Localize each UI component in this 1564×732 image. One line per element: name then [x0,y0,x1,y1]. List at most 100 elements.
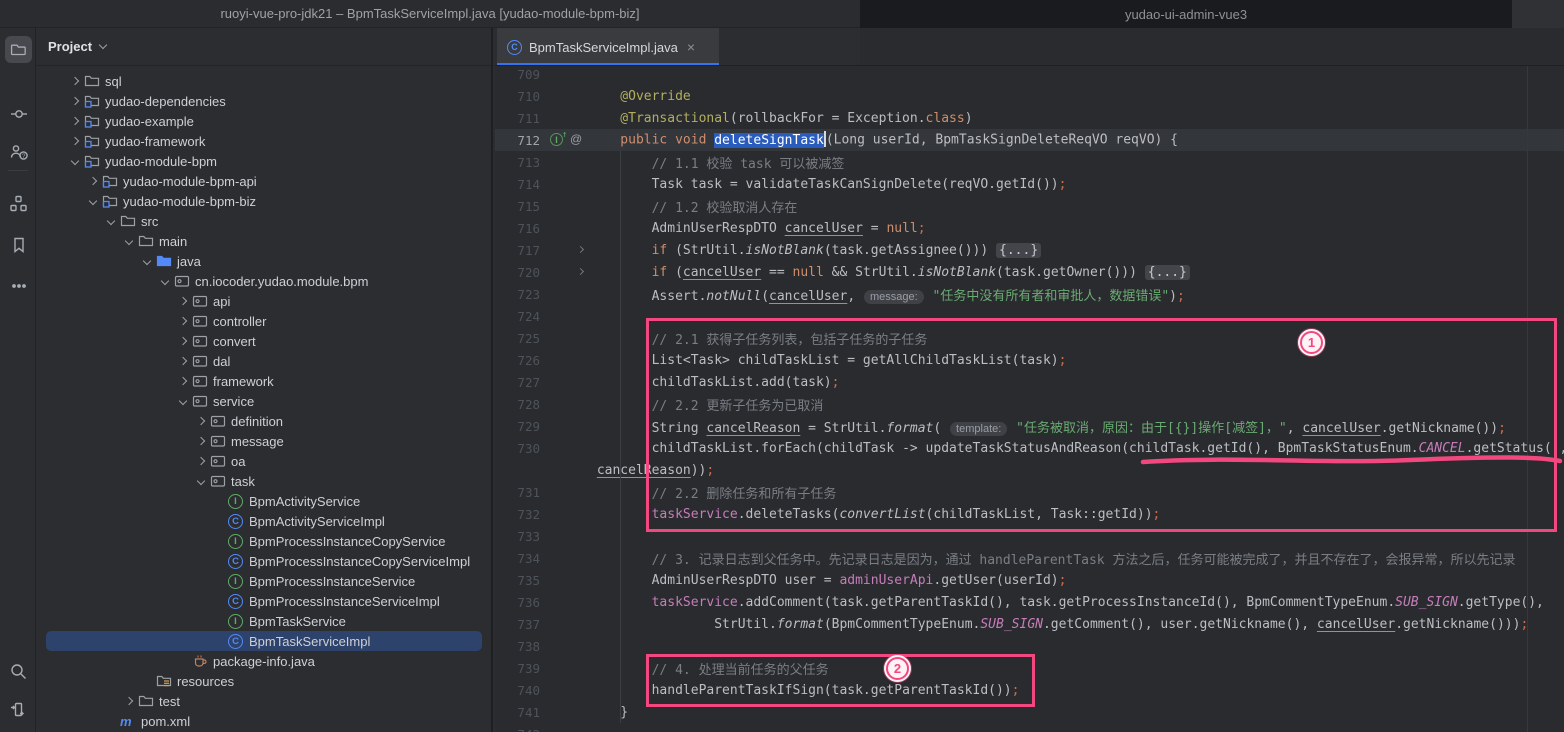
editor-area[interactable]: 709 710@Override711@Transactional(rollbac… [495,28,1564,732]
line-number[interactable]: 729 [495,419,540,434]
tree-item-oa[interactable]: oa [36,451,491,471]
code-line-720[interactable]: 720if (cancelUser == null && StrUtil.isN… [495,261,1564,283]
tree-item-sql[interactable]: sql [36,71,491,91]
code-line-709[interactable]: 709 [495,63,1564,85]
line-number[interactable]: 709 [495,67,540,82]
code-line-732[interactable]: 732taskService.deleteTasks(convertList(c… [495,503,1564,525]
code-line-725[interactable]: 725// 2.1 获得子任务列表，包括子任务的子任务 [495,327,1564,349]
line-number[interactable]: 730 [495,441,540,456]
code-line-wrap[interactable]: cancelReason)); [495,459,1564,481]
tree-item-convert[interactable]: convert [36,331,491,351]
tree-chevron-icon[interactable] [197,417,205,425]
tree-item-bpmtaskserviceimpl[interactable]: CBpmTaskServiceImpl [36,631,491,651]
tree-chevron-icon[interactable] [179,317,187,325]
tree-chevron-icon[interactable] [107,217,115,225]
more-tools-button[interactable] [5,272,32,299]
line-number[interactable]: 741 [495,705,540,720]
tree-chevron-icon[interactable] [89,177,97,185]
code-line-716[interactable]: 716AdminUserRespDTO cancelUser = null; [495,217,1564,239]
line-number[interactable]: 736 [495,595,540,610]
tree-item-yudao-example[interactable]: yudao-example [36,111,491,131]
line-number[interactable]: 740 [495,683,540,698]
tree-chevron-icon[interactable] [179,337,187,345]
code-line-739[interactable]: 739// 4. 处理当前任务的父任务 [495,657,1564,679]
code-line-729[interactable]: 729String cancelReason = StrUtil.format(… [495,415,1564,437]
tree-item-cn-iocoder-yudao-module-bpm[interactable]: cn.iocoder.yudao.module.bpm [36,271,491,291]
code-line-734[interactable]: 734// 3. 记录日志到父任务中。先记录日志是因为，通过 handlePar… [495,547,1564,569]
tab-close-icon[interactable]: × [687,39,695,55]
tree-chevron-icon[interactable] [161,277,169,285]
run-anything-button[interactable] [5,696,32,723]
tree-item-package-info-java[interactable]: package-info.java [36,651,491,671]
commit-tool-button[interactable] [5,100,32,127]
tree-chevron-icon[interactable] [197,437,205,445]
tree-chevron-icon[interactable] [71,117,79,125]
tree-item-message[interactable]: message [36,431,491,451]
code-line-735[interactable]: 735AdminUserRespDTO user = adminUserApi.… [495,569,1564,591]
line-number[interactable]: 728 [495,397,540,412]
line-number[interactable]: 717 [495,243,540,258]
line-number[interactable]: 715 [495,199,540,214]
window-title-bar[interactable]: ruoyi-vue-pro-jdk21 – BpmTaskServiceImpl… [0,0,860,28]
chevron-down-icon[interactable] [99,41,107,49]
tree-chevron-icon[interactable] [179,377,187,385]
line-number[interactable]: 734 [495,551,540,566]
line-number[interactable]: 742 [495,727,540,732]
line-number[interactable]: 711 [495,111,540,126]
search-button[interactable] [5,658,32,685]
structure-tool-button[interactable] [5,190,32,217]
line-number[interactable]: 726 [495,353,540,368]
tree-chevron-icon[interactable] [71,157,79,165]
line-number[interactable]: 738 [495,639,540,654]
code-line-730[interactable]: 730childTaskList.forEach(childTask -> up… [495,437,1564,459]
tree-item-dal[interactable]: dal [36,351,491,371]
tree-item-java[interactable]: java [36,251,491,271]
tree-chevron-icon[interactable] [179,397,187,405]
code-line-738[interactable]: 738 [495,635,1564,657]
code-line-713[interactable]: 713// 1.1 校验 task 可以被减签 [495,151,1564,173]
tree-item-task[interactable]: task [36,471,491,491]
line-number[interactable]: 723 [495,287,540,302]
code-line-742[interactable]: 742 [495,723,1564,732]
code-line-711[interactable]: 711@Transactional(rollbackFor = Exceptio… [495,107,1564,129]
code-line-736[interactable]: 736taskService.addComment(task.getParent… [495,591,1564,613]
code-line-710[interactable]: 710@Override [495,85,1564,107]
tree-item-yudao-module-bpm-biz[interactable]: yudao-module-bpm-biz [36,191,491,211]
tree-chevron-icon[interactable] [179,297,187,305]
tree-item-bpmprocessinstanceserviceimpl[interactable]: CBpmProcessInstanceServiceImpl [36,591,491,611]
bookmarks-tool-button[interactable] [5,231,32,258]
code-line-724[interactable]: 724 [495,305,1564,327]
tree-item-src[interactable]: src [36,211,491,231]
code-line-712[interactable]: 712I↑@public void deleteSignTask(Long us… [495,129,1564,151]
tree-chevron-icon[interactable] [197,477,205,485]
project-panel-header[interactable]: Project [36,28,491,66]
tree-item-yudao-dependencies[interactable]: yudao-dependencies [36,91,491,111]
tree-item-api[interactable]: api [36,291,491,311]
code-line-733[interactable]: 733 [495,525,1564,547]
tree-chevron-icon[interactable] [71,137,79,145]
tree-chevron-icon[interactable] [125,697,133,705]
line-number[interactable]: 737 [495,617,540,632]
code-line-715[interactable]: 715// 1.2 校验取消人存在 [495,195,1564,217]
line-number[interactable]: 739 [495,661,540,676]
code-line-740[interactable]: 740handleParentTaskIfSign(task.getParent… [495,679,1564,701]
tab-bpmtaskserviceimpl[interactable]: C BpmTaskServiceImpl.java × [497,28,719,66]
line-number[interactable]: 727 [495,375,540,390]
fold-arrow-icon[interactable] [577,268,584,275]
tree-item-bpmactivityserviceimpl[interactable]: CBpmActivityServiceImpl [36,511,491,531]
code-line-714[interactable]: 714Task task = validateTaskCanSignDelete… [495,173,1564,195]
tree-item-yudao-module-bpm-api[interactable]: yudao-module-bpm-api [36,171,491,191]
tree-item-bpmtaskservice[interactable]: IBpmTaskService [36,611,491,631]
tree-item-resources[interactable]: resources [36,671,491,691]
code-line-728[interactable]: 728// 2.2 更新子任务为已取消 [495,393,1564,415]
code-viewport[interactable]: 709 710@Override711@Transactional(rollbac… [495,63,1564,732]
code-line-731[interactable]: 731// 2.2 删除任务和所有子任务 [495,481,1564,503]
tree-item-pom-xml[interactable]: mpom.xml [36,711,491,731]
tree-item-bpmactivityservice[interactable]: IBpmActivityService [36,491,491,511]
tree-chevron-icon[interactable] [71,77,79,85]
tree-item-framework[interactable]: framework [36,371,491,391]
tree-item-bpmprocessinstanceservice[interactable]: IBpmProcessInstanceService [36,571,491,591]
tree-chevron-icon[interactable] [125,237,133,245]
project-tool-button[interactable] [5,36,32,63]
background-window-title-bar[interactable]: yudao-ui-admin-vue3 [860,0,1512,29]
